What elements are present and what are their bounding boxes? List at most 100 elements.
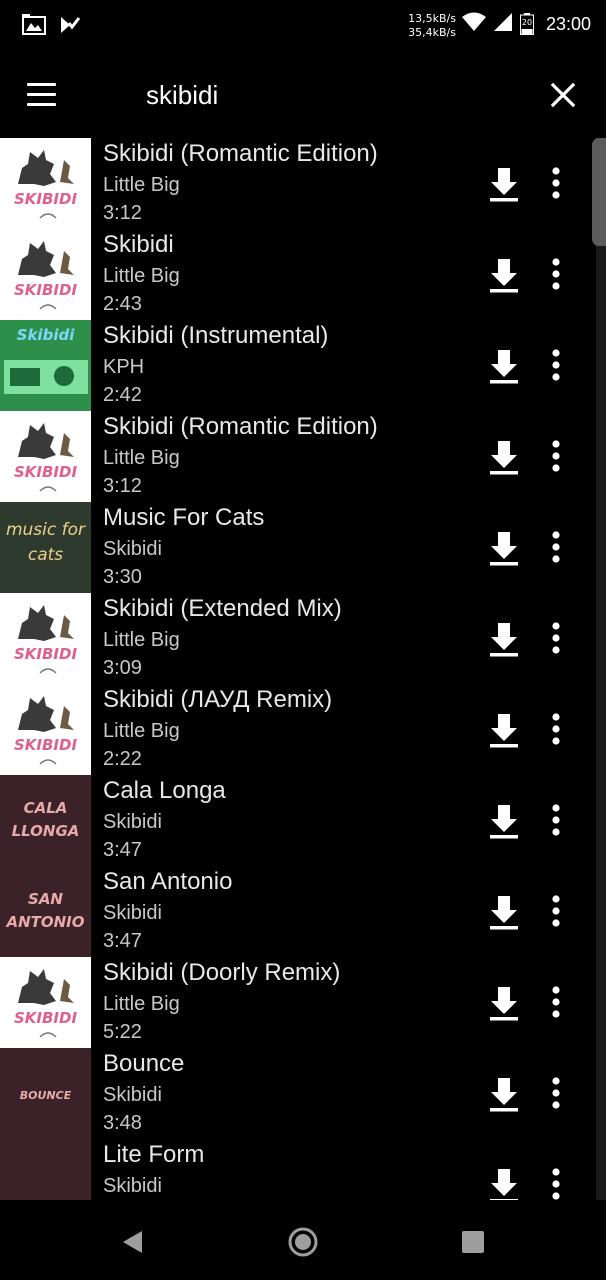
track-title: San Antonio [103,868,233,895]
track-artist: Skibidi [103,902,162,924]
track-title: Skibidi (Extended Mix) [103,595,342,622]
more-vert-icon[interactable] [540,983,572,1023]
download-icon[interactable] [484,528,524,568]
more-vert-icon[interactable] [540,801,572,841]
download-icon[interactable] [484,164,524,204]
scrollbar-track[interactable] [596,138,606,1200]
more-vert-icon[interactable] [540,892,572,932]
download-icon[interactable] [484,892,524,932]
more-vert-icon[interactable] [540,1165,572,1200]
more-vert-icon[interactable] [540,164,572,204]
wifi-icon [462,12,486,36]
track-row[interactable]: SKIBIDI Skibidi (ЛАУД Remix) Little Big 2:2… [0,684,596,775]
close-icon[interactable] [546,78,580,112]
track-duration: 3:09 [103,657,142,679]
download-icon[interactable] [484,1074,524,1114]
track-artist: Skibidi [103,1084,162,1106]
album-art: SAN ANTONIO [0,866,91,957]
signal-icon [494,12,512,36]
more-vert-icon[interactable] [540,346,572,386]
results-list[interactable]: SKIBIDI Skibidi (Romantic Edition) Little … [0,138,606,1200]
more-vert-icon[interactable] [540,437,572,477]
download-icon[interactable] [484,801,524,841]
more-vert-icon[interactable] [540,528,572,568]
track-row[interactable]: Skibidi Skibidi (Instrumental) KPH 2:42 [0,320,596,411]
album-art: CALA LLONGA [0,775,91,866]
track-artist: Skibidi [103,538,162,560]
track-row[interactable]: LITE FORM Lite Form Skibidi [0,1139,596,1200]
download-icon[interactable] [484,710,524,750]
album-art-text: SAN ANTONIO [6,890,85,931]
track-title: Music For Cats [103,504,265,531]
album-art-text: CALA LLONGA [11,799,80,840]
tasks-icon [58,14,82,36]
recents-icon[interactable] [455,1224,491,1260]
track-duration: 3:12 [103,202,142,224]
album-art-text: SKIBIDI [13,190,78,208]
track-duration: 3:47 [103,839,142,861]
download-icon[interactable] [484,346,524,386]
track-row[interactable]: SKIBIDI Skibidi (Romantic Edition) Little … [0,411,596,502]
track-title: Skibidi [103,231,174,258]
track-row[interactable]: BOUNCE Bounce Skibidi 3:48 [0,1048,596,1139]
network-speed: 13,5kB/s 35,4kB/s [388,12,456,40]
battery-level: 20 [521,18,533,27]
album-art-text: SKIBIDI [13,1009,78,1027]
track-title: Bounce [103,1050,185,1077]
track-title: Skibidi (Romantic Edition) [103,140,378,167]
track-row[interactable]: SKIBIDI Skibidi (Romantic Edition) Little … [0,138,596,229]
download-speed: 35,4kB/s [408,26,456,39]
download-icon[interactable] [484,619,524,659]
back-icon[interactable] [116,1224,152,1260]
track-row[interactable]: CALA LLONGA Cala Longa Skibidi 3:47 [0,775,596,866]
track-artist: Little Big [103,174,180,196]
track-duration: 2:43 [103,293,142,315]
album-art: SKIBIDI [0,138,91,229]
track-artist: Little Big [103,629,180,651]
download-icon[interactable] [484,983,524,1023]
download-icon[interactable] [484,1165,524,1200]
album-art: LITE FORM [0,1139,91,1200]
hamburger-menu-icon[interactable] [22,78,62,112]
album-art: music for cats [0,502,91,593]
more-vert-icon[interactable] [540,710,572,750]
track-title: Skibidi (ЛАУД Remix) [103,686,333,713]
album-art-text: music for cats [5,520,86,565]
track-row[interactable]: SKIBIDI Skibidi (Doorly Remix) Little Big 5… [0,957,596,1048]
track-duration: 3:30 [103,566,142,588]
more-vert-icon[interactable] [540,619,572,659]
track-duration: 2:42 [103,384,142,406]
track-title: Skibidi (Instrumental) [103,322,329,349]
track-artist: Skibidi [103,1175,162,1197]
home-icon[interactable] [285,1224,321,1260]
track-artist: Little Big [103,993,180,1015]
upload-speed: 13,5kB/s [408,12,456,25]
track-row[interactable]: SKIBIDI Skibidi (Extended Mix) Little Big 3… [0,593,596,684]
more-vert-icon[interactable] [540,255,572,295]
track-artist: Little Big [103,265,180,287]
album-art: Skibidi [0,320,91,411]
track-row[interactable]: SAN ANTONIO San Antonio Skibidi 3:47 [0,866,596,957]
track-title: Cala Longa [103,777,226,804]
track-duration: 2:22 [103,748,142,770]
album-art: SKIBIDI [0,684,91,775]
album-art: SKIBIDI [0,593,91,684]
download-icon[interactable] [484,437,524,477]
track-row[interactable]: SKIBIDI Skibidi Little Big 2:43 [0,229,596,320]
track-artist: Little Big [103,720,180,742]
album-art: BOUNCE [0,1048,91,1139]
more-vert-icon[interactable] [540,1074,572,1114]
album-art: SKIBIDI [0,229,91,320]
download-icon[interactable] [484,255,524,295]
album-art-text: BOUNCE [19,1089,72,1102]
status-bar: 13,5kB/s 35,4kB/s 20 23:00 [0,0,606,52]
track-duration: 3:12 [103,475,142,497]
album-art: SKIBIDI [0,411,91,502]
track-title: Skibidi (Romantic Edition) [103,413,378,440]
track-title: Lite Form [103,1141,205,1168]
navigation-bar [0,1200,606,1280]
track-row[interactable]: music for cats Music For Cats Skibidi 3:30 [0,502,596,593]
track-duration: 3:47 [103,930,142,952]
scrollbar-thumb[interactable] [592,138,606,246]
search-input[interactable] [140,74,532,116]
